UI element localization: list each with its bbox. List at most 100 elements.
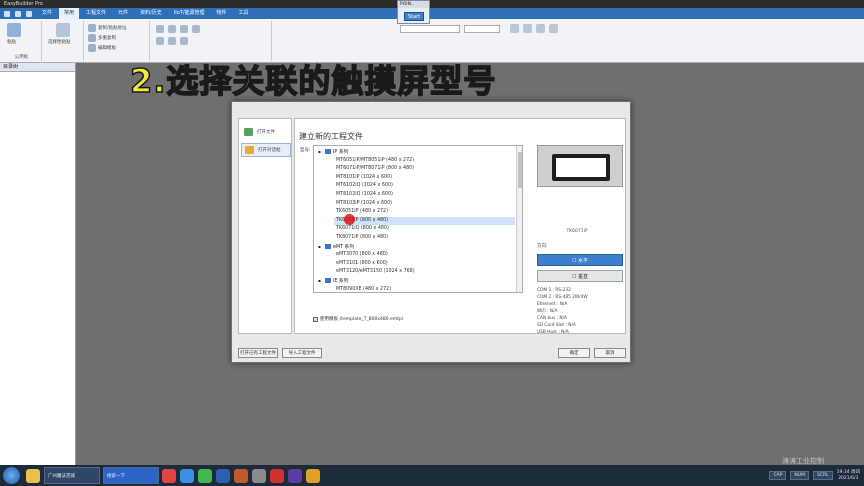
tree-group[interactable]: ▪ eMT 系列 [314, 243, 354, 252]
menu-file[interactable]: 文件 [37, 8, 57, 19]
orientation-horizontal-button[interactable]: ☐ 水平 [537, 254, 623, 266]
tree-item[interactable]: MT8103iP (1024 x 600) [314, 200, 392, 209]
system-tray: CAP NUM SCRL 19:34 周四 2021/6/3 [769, 465, 860, 486]
paste-icon[interactable] [7, 23, 21, 37]
tree-item[interactable]: MT8090XE (480 x 272) [314, 286, 392, 292]
app-icon[interactable] [180, 468, 194, 483]
app-title: EasyBuilder Pro [4, 1, 43, 7]
ribbon-group-tools [152, 21, 272, 61]
tree-row-label: eMT 系列 [333, 244, 355, 250]
expander-icon[interactable]: ▪ [318, 243, 323, 252]
ribbon-tool-icon[interactable] [168, 37, 176, 45]
ribbon-tool-icon[interactable] [156, 37, 164, 45]
tree-row-label: MT8102iQ (1024 x 600) [336, 192, 393, 197]
tree-row-label: TK8071iP (800 x 480) [336, 235, 388, 240]
floating-window: POIN.. Start [397, 0, 430, 24]
template-checkbox[interactable]: ✓ [313, 316, 318, 322]
taskbar-task-search[interactable]: 搜索一下 [103, 467, 159, 484]
cursor-highlight [344, 214, 355, 225]
align-icon[interactable] [536, 24, 545, 33]
ribbon-tool-icon[interactable] [180, 25, 188, 33]
align-icon[interactable] [510, 24, 519, 33]
tree-item[interactable]: MT8102iQ (1024 x 600) [314, 191, 393, 200]
spec-line: COM 1 : RS-232 [537, 288, 571, 293]
edit-template-icon[interactable] [88, 44, 96, 52]
file-explorer-icon[interactable] [26, 468, 40, 483]
app-title-bar: EasyBuilder Pro [0, 0, 864, 8]
font-select[interactable] [400, 25, 460, 33]
tree-item[interactable]: MT6071iP/MT8071iP (800 x 480) [314, 165, 414, 174]
wechat-icon[interactable] [198, 468, 212, 483]
menu-home[interactable]: 常用 [59, 8, 80, 19]
side-item-label: 打开对话框 [258, 148, 281, 153]
tree-item[interactable]: MT8101iP (1024 x 600) [314, 174, 392, 183]
tree-group[interactable]: ▪ IP 系列 [314, 148, 348, 157]
app-icon[interactable] [252, 468, 266, 483]
cancel-button[interactable]: 取消 [594, 348, 626, 358]
tree-scrollbar[interactable] [516, 146, 522, 292]
tree-item[interactable]: TK6071iQ (800 x 480) [314, 225, 389, 234]
orientation-vertical-button[interactable]: ☐ 垂直 [537, 270, 623, 282]
side-item-open-file[interactable]: 打开文件 [241, 125, 291, 139]
app-icon[interactable] [234, 468, 248, 483]
app-icon[interactable] [270, 468, 284, 483]
menu-iiot[interactable]: IIoT/能源管理 [169, 8, 210, 19]
model-preview [537, 145, 623, 187]
multi-copy-icon[interactable] [88, 34, 96, 42]
ribbon-group-paste: 粘贴 公用板 [2, 21, 42, 61]
tree-row-label: IP 系列 [333, 150, 349, 155]
template-checkbox-row[interactable]: ✓ 使用模板 (template_T_800x480.emtp) [313, 316, 404, 322]
app-icon[interactable] [162, 468, 176, 483]
ribbon-tool-icon[interactable] [168, 25, 176, 33]
import-project-button[interactable]: 导入工程文件 [282, 348, 322, 358]
group-folder-icon [325, 278, 331, 283]
new-project-dialog: 打开文件 打开对话框 建立新的工程文件 型号: ▪ IP 系列 MT6051iP/M… [231, 101, 631, 363]
align-icon[interactable] [523, 24, 532, 33]
ribbon-tool-icon[interactable] [180, 37, 188, 45]
project-tree-title: 目录树 [0, 63, 75, 72]
clock-date: 2021/6/3 [838, 475, 859, 481]
ribbon-tool-icon[interactable] [192, 25, 200, 33]
app-icon[interactable] [216, 468, 230, 483]
tree-item[interactable]: TK8071iP (800 x 480) [314, 234, 388, 243]
tree-group[interactable]: ▪ iE 系列 [314, 277, 348, 286]
quick-undo-icon[interactable] [26, 10, 32, 17]
quick-open-icon[interactable] [15, 10, 21, 17]
menu-elements[interactable]: 元件 [113, 8, 133, 19]
spec-line: USB Host : N/A [537, 330, 569, 335]
app-icon[interactable] [306, 468, 320, 483]
clock[interactable]: 19:34 周四 2021/6/3 [837, 470, 860, 482]
app-icon[interactable] [288, 468, 302, 483]
tree-item-selected[interactable]: TK6071iP (800 x 480) [334, 216, 515, 226]
quick-save-icon[interactable] [4, 10, 10, 17]
tree-item[interactable]: MT6102iQ (1024 x 600) [314, 182, 393, 191]
tree-row-label: TK6051iP (480 x 272) [336, 209, 388, 215]
dialog-heading: 建立新的工程文件 [299, 132, 363, 141]
expander-icon[interactable]: ▪ [318, 148, 323, 157]
tree-scroll-thumb[interactable] [518, 152, 522, 188]
font-size-select[interactable] [464, 25, 500, 33]
tree-item[interactable]: eMT3101 (800 x 600) [314, 260, 388, 269]
windows-start-icon[interactable] [3, 467, 20, 484]
start-button[interactable]: Start [404, 12, 424, 21]
copy-address-icon[interactable] [88, 24, 96, 32]
side-item-label: 打开文件 [257, 130, 275, 135]
tree-item[interactable]: eMT3120/eMT3150 (1024 x 768) [314, 268, 415, 277]
menu-objects[interactable]: 物件 [212, 8, 232, 19]
ribbon-tool-icon[interactable] [156, 25, 164, 33]
taskbar-task-browser[interactable]: 广州魔法范城 [44, 467, 100, 484]
ok-button[interactable]: 确定 [558, 348, 590, 358]
align-icon[interactable] [549, 24, 558, 33]
open-project-button[interactable]: 打开已有工程文件 [238, 348, 278, 358]
tree-row-label: MT6102iQ (1024 x 600) [336, 183, 393, 189]
expander-icon[interactable]: ▪ [318, 277, 323, 286]
paste-special-icon[interactable] [56, 23, 70, 37]
orientation-label: 方向: [537, 244, 548, 249]
tree-item[interactable]: MT6051iP/MT8051iP (480 x 272) [314, 157, 414, 166]
tree-row-label: MT8090XE (480 x 272) [336, 286, 392, 292]
tree-item[interactable]: eMT3070 (800 x 480) [314, 251, 388, 260]
menu-project[interactable]: 工程文件 [81, 8, 111, 19]
side-item-open-dialog[interactable]: 打开对话框 [241, 143, 291, 157]
menu-tools[interactable]: 工具 [234, 8, 254, 19]
menu-data-history[interactable]: 资料/历史 [135, 8, 167, 19]
